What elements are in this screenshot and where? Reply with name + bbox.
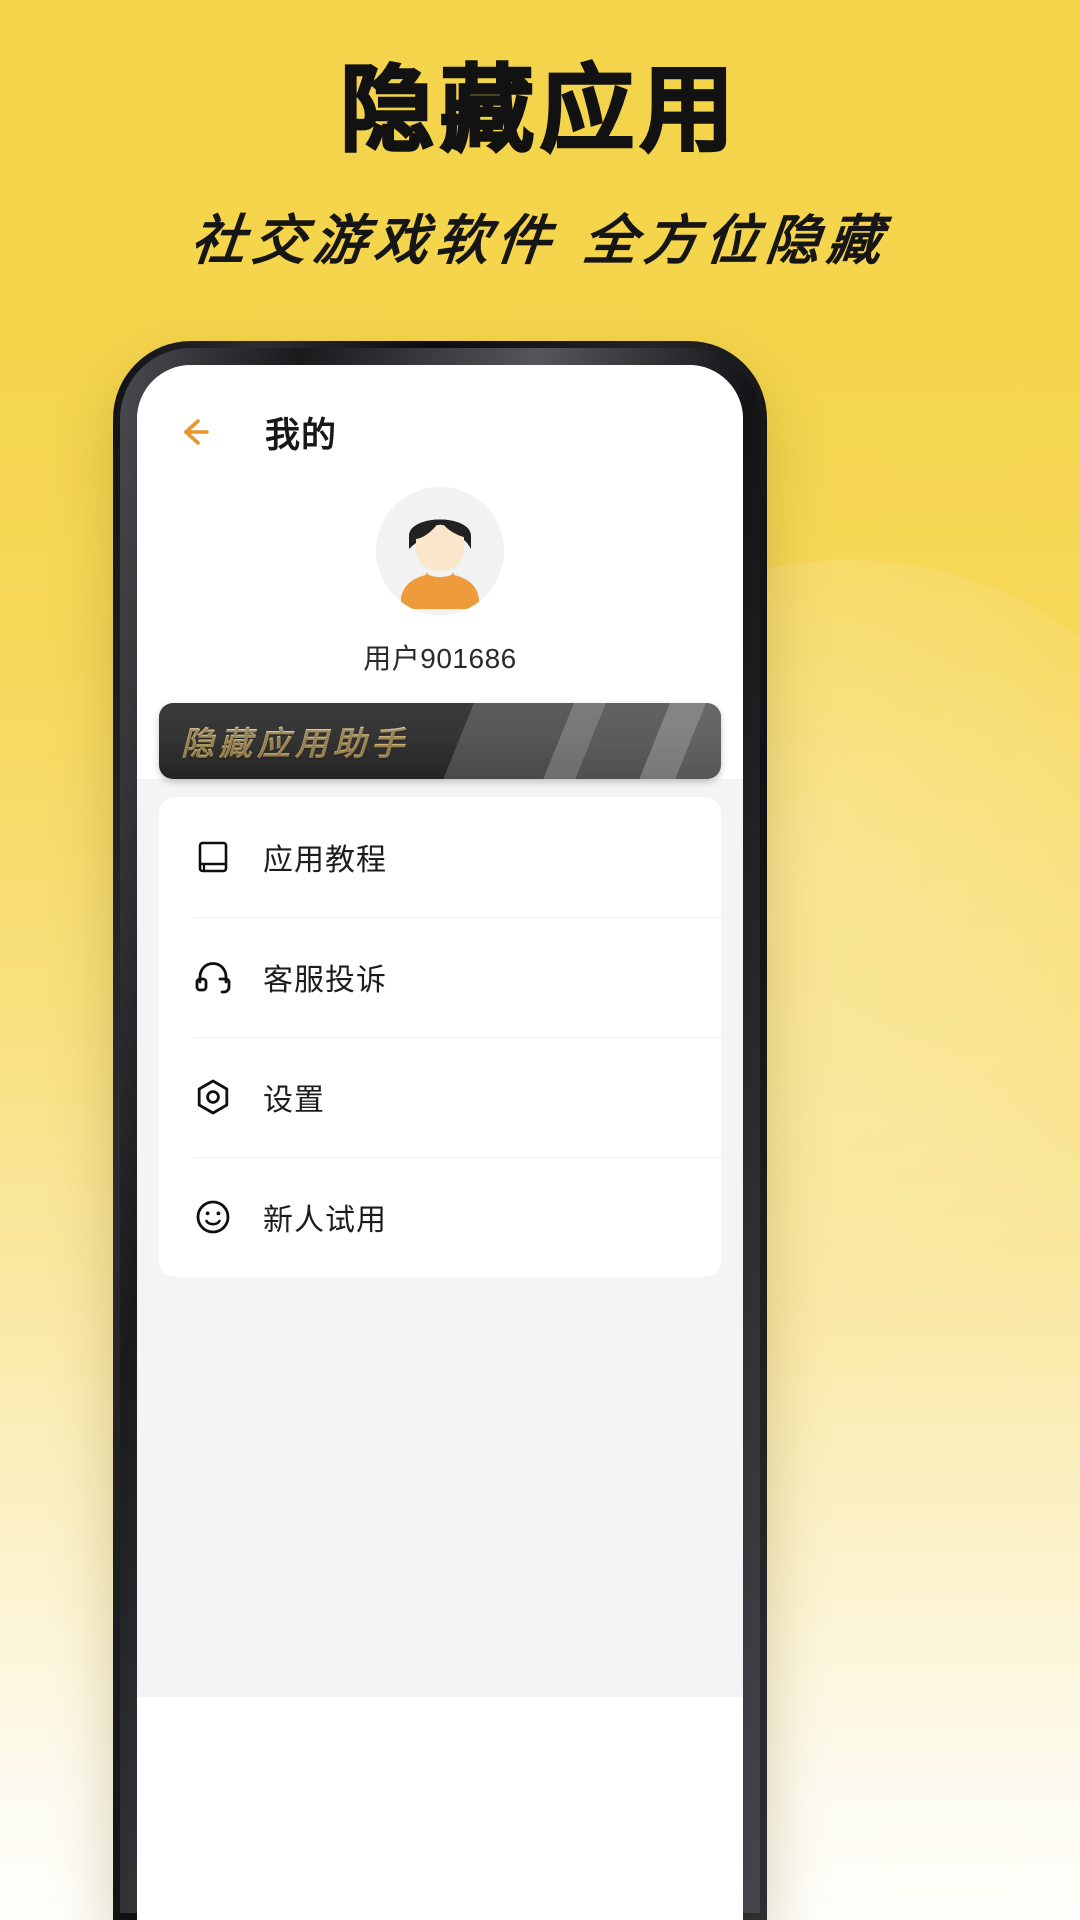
banner-section: 隐藏应用助手 bbox=[137, 677, 743, 779]
poster-container: 隐藏应用 社交游戏软件 全方位隐藏 我的 用户901686 隐藏应用助手 应用教… bbox=[0, 0, 1080, 1920]
menu-item-support[interactable]: 客服投诉 bbox=[159, 917, 721, 1037]
user-avatar-icon[interactable] bbox=[376, 487, 504, 615]
menu-item-label: 应用教程 bbox=[263, 844, 387, 877]
app-header-title: 我的 bbox=[265, 415, 338, 455]
menu-item-tutorial[interactable]: 应用教程 bbox=[159, 797, 721, 917]
page-title: 隐藏应用 bbox=[339, 56, 740, 165]
app-header: 我的 bbox=[137, 365, 743, 473]
page-subtitle: 社交游戏软件 全方位隐藏 bbox=[188, 208, 892, 272]
menu-card: 应用教程 客服投诉 设置 新人试用 bbox=[159, 797, 721, 1277]
headset-icon bbox=[195, 962, 231, 994]
menu-background-filler bbox=[137, 1277, 743, 1697]
menu-item-settings[interactable]: 设置 bbox=[159, 1037, 721, 1157]
phone-mockup: 我的 用户901686 隐藏应用助手 应用教程 客服投诉 设置 新人试用 bbox=[113, 341, 767, 1920]
menu-item-label: 客服投诉 bbox=[263, 964, 387, 997]
menu-item-label: 新人试用 bbox=[263, 1204, 387, 1237]
menu-section: 应用教程 客服投诉 设置 新人试用 bbox=[137, 779, 743, 1277]
promo-banner-text: 隐藏应用助手 bbox=[181, 703, 409, 779]
menu-item-newuser-trial[interactable]: 新人试用 bbox=[159, 1157, 721, 1277]
username-label: 用户901686 bbox=[363, 643, 517, 674]
gear-icon bbox=[197, 1079, 229, 1115]
smiley-icon bbox=[196, 1200, 230, 1234]
book-icon bbox=[198, 841, 228, 873]
menu-item-label: 设置 bbox=[263, 1084, 325, 1117]
arrow-left-icon[interactable] bbox=[171, 409, 217, 455]
phone-screen: 我的 用户901686 隐藏应用助手 应用教程 客服投诉 设置 新人试用 bbox=[137, 365, 743, 1920]
promo-banner[interactable]: 隐藏应用助手 bbox=[159, 703, 721, 779]
profile-section: 用户901686 bbox=[137, 473, 743, 677]
